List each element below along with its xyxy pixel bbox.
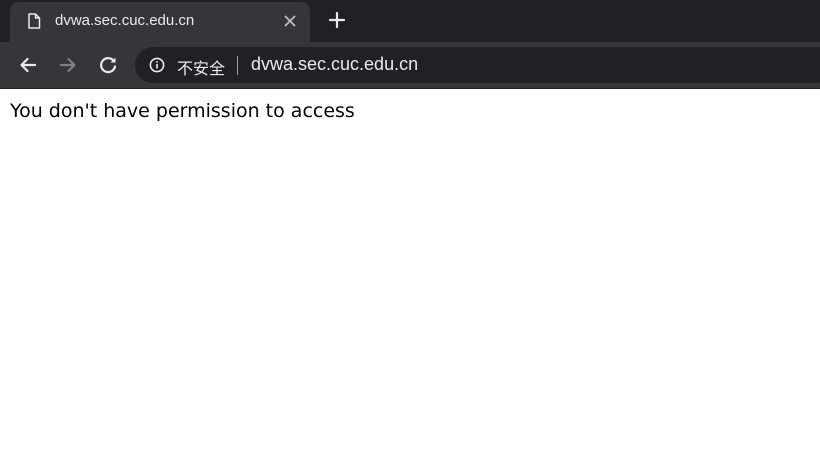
arrow-left-icon[interactable]	[16, 53, 40, 77]
security-status-label[interactable]: 不安全	[177, 55, 225, 79]
permission-message: You don't have permission to access	[10, 100, 355, 122]
tab-strip: dvwa.sec.cuc.edu.cn	[0, 0, 820, 42]
info-icon[interactable]	[149, 57, 165, 73]
url-text[interactable]: dvwa.sec.cuc.edu.cn	[251, 54, 418, 75]
document-icon	[28, 13, 41, 29]
reload-icon[interactable]	[96, 53, 120, 77]
arrow-right-icon[interactable]	[56, 53, 80, 77]
address-bar[interactable]: 不安全 dvwa.sec.cuc.edu.cn	[135, 47, 820, 83]
active-tab[interactable]: dvwa.sec.cuc.edu.cn	[10, 2, 310, 42]
browser-toolbar: 不安全 dvwa.sec.cuc.edu.cn	[0, 42, 820, 88]
browser-window: dvwa.sec.cuc.edu.cn 不安全 dvwa.sec.cuc.edu…	[0, 0, 820, 452]
close-icon[interactable]	[282, 13, 298, 29]
page-content: You don't have permission to access	[0, 89, 820, 452]
tab-title: dvwa.sec.cuc.edu.cn	[55, 12, 195, 29]
plus-icon[interactable]	[326, 9, 348, 31]
omnibox-divider	[237, 56, 238, 75]
